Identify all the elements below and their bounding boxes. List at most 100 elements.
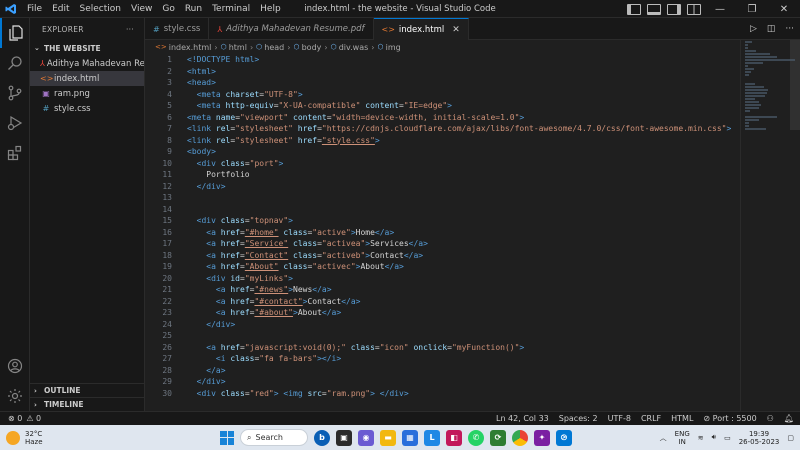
- microsoft-store-icon[interactable]: ▦: [402, 429, 418, 446]
- explorer-icon[interactable]: [0, 18, 30, 48]
- code-line[interactable]: 3 <head>: [145, 77, 740, 89]
- scrollbar-thumb[interactable]: [790, 40, 800, 130]
- settings-gear-icon[interactable]: [0, 381, 30, 411]
- whatsapp-icon[interactable]: ✆: [468, 429, 484, 446]
- outline-section[interactable]: › OUTLINE: [30, 383, 145, 397]
- code-line[interactable]: 22 <a href="#contact">Contact</a>: [145, 296, 740, 308]
- explorer-more-icon[interactable]: ···: [126, 25, 134, 34]
- vscode-taskbar-icon[interactable]: ⧁: [556, 429, 572, 446]
- code-line[interactable]: 10 <div class="port">: [145, 158, 740, 170]
- app-icon[interactable]: ◧: [446, 429, 462, 446]
- code-line[interactable]: 26 <a href="javascript:void(0);" class="…: [145, 342, 740, 354]
- toggle-secondary-sidebar-icon[interactable]: [667, 3, 681, 15]
- file-explorer-icon[interactable]: ▬: [380, 429, 396, 446]
- menu-help[interactable]: Help: [255, 0, 286, 18]
- encoding[interactable]: UTF-8: [608, 414, 631, 423]
- code-line[interactable]: 25: [145, 330, 740, 342]
- start-button[interactable]: [220, 430, 234, 445]
- code-line[interactable]: 18 <a href="Contact" class="activeb">Con…: [145, 250, 740, 262]
- photos-icon[interactable]: ⟳: [490, 429, 506, 446]
- code-line[interactable]: 7 <link rel="stylesheet" href="https://cd…: [145, 123, 740, 135]
- code-editor[interactable]: 1 <!DOCTYPE html> 2 <html> 3 <head> 4 <meta ch…: [145, 54, 740, 411]
- menu-view[interactable]: View: [126, 0, 157, 18]
- code-line[interactable]: 24 </div>: [145, 319, 740, 331]
- battery-icon[interactable]: ▭: [724, 434, 731, 442]
- maximize-button[interactable]: ❐: [736, 0, 768, 18]
- menu-edit[interactable]: Edit: [47, 0, 74, 18]
- menu-file[interactable]: File: [22, 0, 47, 18]
- code-line[interactable]: 1 <!DOCTYPE html>: [145, 54, 740, 66]
- code-line[interactable]: 2 <html>: [145, 66, 740, 78]
- menu-selection[interactable]: Selection: [75, 0, 126, 18]
- close-tab-icon[interactable]: ✕: [452, 25, 460, 35]
- minimap[interactable]: [740, 40, 800, 411]
- tab-style-css[interactable]: # style.css: [145, 18, 210, 40]
- paint-icon[interactable]: ✦: [534, 429, 550, 446]
- clock[interactable]: 19:39 26-05-2023: [739, 430, 780, 446]
- account-icon[interactable]: [0, 351, 30, 381]
- show-hidden-icons-chevron-icon[interactable]: ︿: [660, 433, 667, 443]
- breadcrumb-item[interactable]: body: [302, 43, 322, 52]
- code-line[interactable]: 14: [145, 204, 740, 216]
- code-line[interactable]: 23 <a href="#about">About</a>: [145, 307, 740, 319]
- volume-icon[interactable]: 🔊︎: [712, 433, 716, 442]
- menu-go[interactable]: Go: [157, 0, 179, 18]
- bing-icon[interactable]: b: [314, 429, 330, 446]
- close-window-button[interactable]: ✕: [768, 0, 800, 18]
- errors-count[interactable]: ⊗ 0: [8, 414, 22, 423]
- chrome-icon[interactable]: [512, 429, 528, 446]
- weather-widget[interactable]: 32°C Haze: [0, 430, 120, 446]
- code-line[interactable]: 20 <div id="myLinks">: [145, 273, 740, 285]
- toggle-primary-sidebar-icon[interactable]: [627, 3, 641, 15]
- code-line[interactable]: 15 <div class="topnav">: [145, 215, 740, 227]
- code-line[interactable]: 30 <div class="red"> <img src="ram.png">…: [145, 388, 740, 400]
- code-line[interactable]: 6 <meta name="viewport" content="width=de…: [145, 112, 740, 124]
- code-line[interactable]: 28 </a>: [145, 365, 740, 377]
- code-line[interactable]: 4 <meta charset="UTF-8">: [145, 89, 740, 101]
- code-line[interactable]: 21 <a href="#news">News</a>: [145, 284, 740, 296]
- language-indicator[interactable]: ENG IN: [675, 430, 690, 446]
- file-item[interactable]: ▣ ram.png: [30, 86, 144, 101]
- cursor-position[interactable]: Ln 42, Col 33: [496, 414, 549, 423]
- code-line[interactable]: 27 <i class="fa fa-bars"></i>: [145, 353, 740, 365]
- task-view-icon[interactable]: ▣: [336, 429, 352, 446]
- search-icon[interactable]: [0, 48, 30, 78]
- feedback-icon[interactable]: ⚇: [767, 414, 774, 423]
- code-line[interactable]: 13: [145, 192, 740, 204]
- run-debug-icon[interactable]: [0, 108, 30, 138]
- menu-run[interactable]: Run: [180, 0, 207, 18]
- wifi-icon[interactable]: ≋: [698, 434, 704, 442]
- run-icon[interactable]: ▷: [750, 24, 757, 34]
- more-actions-icon[interactable]: ···: [785, 24, 794, 34]
- code-line[interactable]: 12 </div>: [145, 181, 740, 193]
- linkedin-icon[interactable]: L: [424, 429, 440, 446]
- customize-layout-icon[interactable]: [687, 3, 701, 15]
- code-line[interactable]: 11 Portfolio: [145, 169, 740, 181]
- breadcrumb-item[interactable]: html: [229, 43, 247, 52]
- indentation[interactable]: Spaces: 2: [559, 414, 598, 423]
- minimize-button[interactable]: —: [704, 0, 736, 18]
- tab-index-html[interactable]: <> index.html ✕: [373, 18, 469, 40]
- split-editor-icon[interactable]: ◫: [767, 24, 776, 34]
- breadcrumb-item[interactable]: head: [264, 43, 284, 52]
- file-item[interactable]: # style.css: [30, 101, 144, 116]
- live-server-port[interactable]: ⊘ Port : 5500: [703, 414, 756, 423]
- notifications-icon[interactable]: ▢: [787, 434, 794, 442]
- code-line[interactable]: 8 <link rel="stylesheet" href="style.css"…: [145, 135, 740, 147]
- toggle-panel-icon[interactable]: [647, 3, 661, 15]
- code-line[interactable]: 19 <a href="About" class="activec">About…: [145, 261, 740, 273]
- breadcrumb-item[interactable]: img: [386, 43, 401, 52]
- code-line[interactable]: 17 <a href="Service" class="activea">Ser…: [145, 238, 740, 250]
- code-line[interactable]: 9 <body>: [145, 146, 740, 158]
- code-line[interactable]: 16 <a href="#home" class="active">Home</…: [145, 227, 740, 239]
- tab-adithya-mahadevan-resume-pdf[interactable]: ⅄ Adithya Mahadevan Resume.pdf: [209, 18, 374, 40]
- menu-terminal[interactable]: Terminal: [207, 0, 255, 18]
- notifications-bell-icon[interactable]: 🔔︎: [784, 414, 794, 423]
- file-item[interactable]: ⅄ Adithya Mahadevan Re...: [30, 56, 144, 71]
- file-item[interactable]: <> index.html: [30, 71, 144, 86]
- code-line[interactable]: 29 </div>: [145, 376, 740, 388]
- source-control-icon[interactable]: [0, 78, 30, 108]
- code-line[interactable]: 5 <meta http-equiv="X-UA-compatible" con…: [145, 100, 740, 112]
- warnings-count[interactable]: ⚠ 0: [26, 414, 41, 423]
- timeline-section[interactable]: › TIMELINE: [30, 397, 145, 411]
